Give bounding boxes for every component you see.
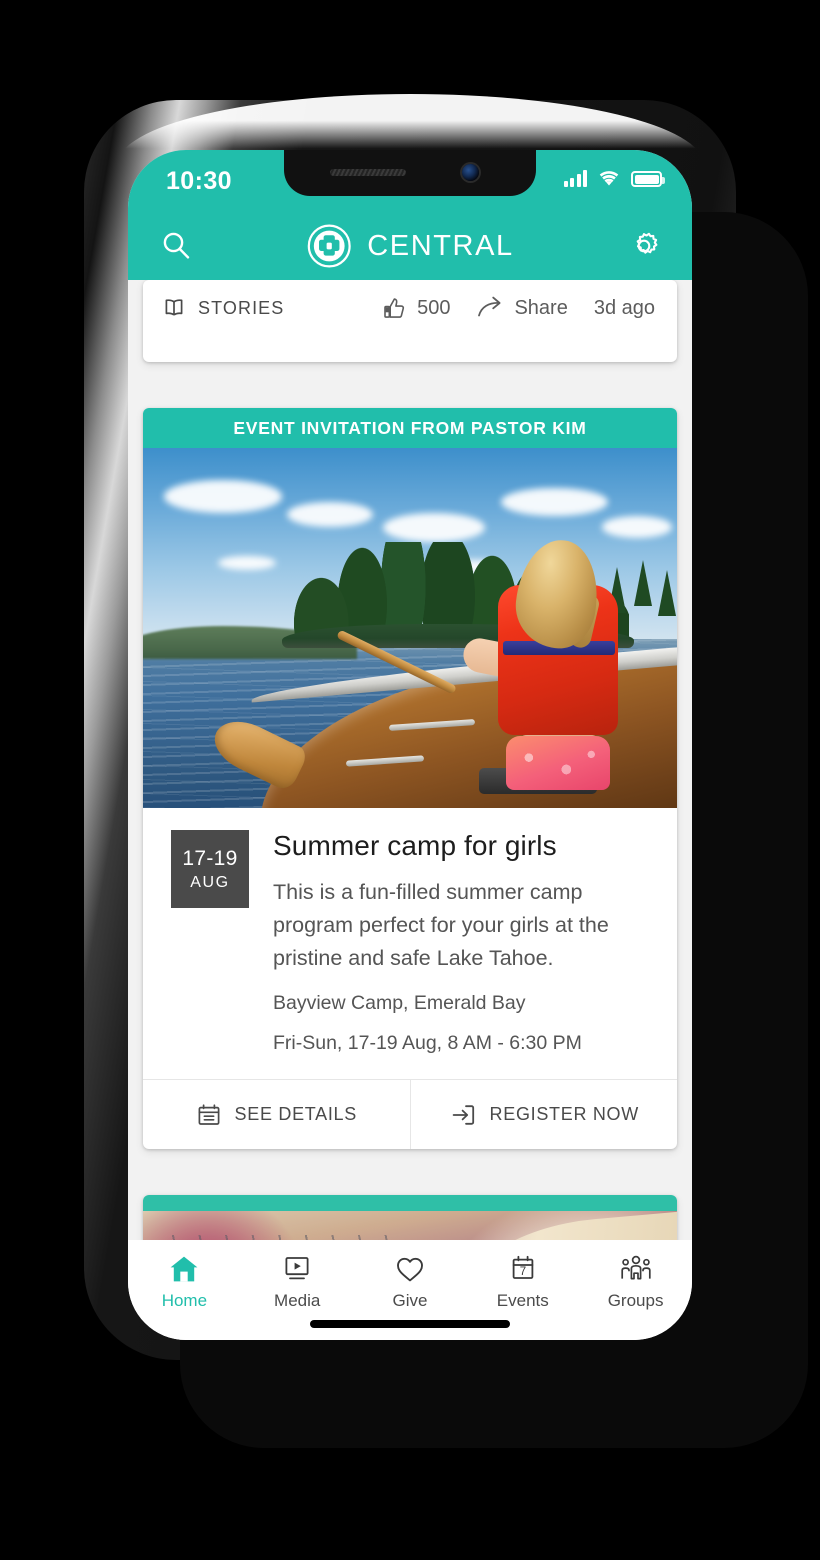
event-datetime: Fri-Sun, 17-19 Aug, 8 AM - 6:30 PM [273,1032,582,1054]
timestamp: 3d ago [593,296,655,319]
nav-label-give: Give [392,1291,428,1310]
play-screen-icon [281,1253,313,1285]
stories-row: STORIES 500 Share 3d ago [143,280,677,336]
photo-cloud [164,480,282,513]
nav-item-media[interactable]: Media [243,1253,351,1311]
gear-icon[interactable] [624,226,664,266]
share-arrow-icon [478,296,501,316]
nav-label-home: Home [161,1291,208,1310]
event-title: Summer camp for girls [273,830,557,861]
photo-girl-shorts [506,736,611,790]
photo-cloud [383,512,485,542]
register-now-button[interactable]: REGISTER NOW [411,1080,678,1149]
signal-bars-icon [563,170,587,187]
status-time: 10:30 [166,167,232,195]
heart-icon [394,1253,426,1285]
phone-notch [284,150,536,196]
share-action[interactable]: Share [476,295,568,322]
open-book-icon [165,299,183,316]
stories-actions: 500 Share 3d ago [381,295,655,322]
nav-label-media: Media [274,1291,321,1310]
photo-cloud [602,516,672,538]
event-location: Bayview Camp, Emerald Bay [273,992,526,1014]
event-banner-label: EVENT INVITATION FROM PASTOR KIM [233,417,587,438]
photo-conifer [634,559,653,606]
like-action[interactable]: 500 [381,295,450,322]
app-brand: CENTRAL [306,223,514,269]
search-icon[interactable] [156,226,196,266]
battery-icon [631,171,665,187]
register-now-label: REGISTER NOW [489,1104,639,1124]
wifi-icon [599,171,619,186]
like-count: 500 [417,296,451,319]
date-badge-month: AUG [190,873,230,891]
home-icon [168,1253,200,1285]
feed-scroll-area[interactable]: STORIES 500 Share 3d ago EVENT INVITATIO… [128,280,692,1240]
app-title: CENTRAL [367,229,514,262]
event-photo[interactable] [143,448,677,808]
share-label: Share [514,296,568,319]
event-footer: SEE DETAILS REGISTER NOW [143,1079,677,1149]
see-details-label: SEE DETAILS [234,1104,357,1124]
photo-cloud [500,487,608,517]
calendar-icon [198,1103,219,1125]
speaker-grille [330,169,406,176]
event-invitation-card[interactable]: EVENT INVITATION FROM PASTOR KIM 17-19 A… [143,408,677,1149]
event-banner: EVENT INVITATION FROM PASTOR KIM [143,408,677,448]
stories-card-filler [143,336,677,362]
event-date-badge: 17-19 AUG [171,830,249,908]
home-indicator[interactable] [310,1320,510,1328]
nav-item-groups[interactable]: Groups [582,1253,690,1311]
photo-boardwalk-path [447,1211,677,1240]
status-indicators [563,170,665,187]
stories-label: STORIES [198,297,285,318]
stories-label-group[interactable]: STORIES [161,295,284,321]
event-text-block: Summer camp for girls This is a fun-fill… [273,830,651,1055]
nav-item-home[interactable]: Home [130,1253,238,1311]
enter-arrow-icon [452,1104,474,1125]
thumbs-up-icon [384,297,405,318]
app-bar: CENTRAL [128,212,692,280]
cross-in-circle-logo-icon [307,224,351,268]
next-card-photo[interactable] [143,1211,677,1240]
calendar-7-icon: 7 [507,1253,539,1285]
photo-cloud [287,502,373,528]
nav-item-events[interactable]: 7 Events [469,1253,577,1311]
next-feed-card[interactable] [143,1195,677,1240]
date-badge-range: 17-19 [182,846,238,870]
events-badge-number: 7 [520,1266,526,1278]
people-group-icon [619,1253,653,1285]
front-camera-icon [462,164,479,181]
see-details-button[interactable]: SEE DETAILS [143,1080,411,1149]
nav-item-give[interactable]: Give [356,1253,464,1311]
event-description: This is a fun-filled summer camp program… [273,880,609,970]
event-body: 17-19 AUG Summer camp for girls This is … [143,808,677,1079]
nav-label-groups: Groups [607,1291,664,1310]
nav-label-events: Events [496,1291,549,1310]
photo-conifer [658,570,677,617]
stories-card[interactable]: STORIES 500 Share 3d ago [143,280,677,362]
phone-screen: 10:30 CENTRAL STORIES 500 Share 3d ago E… [128,150,692,1340]
next-card-banner [143,1195,677,1211]
